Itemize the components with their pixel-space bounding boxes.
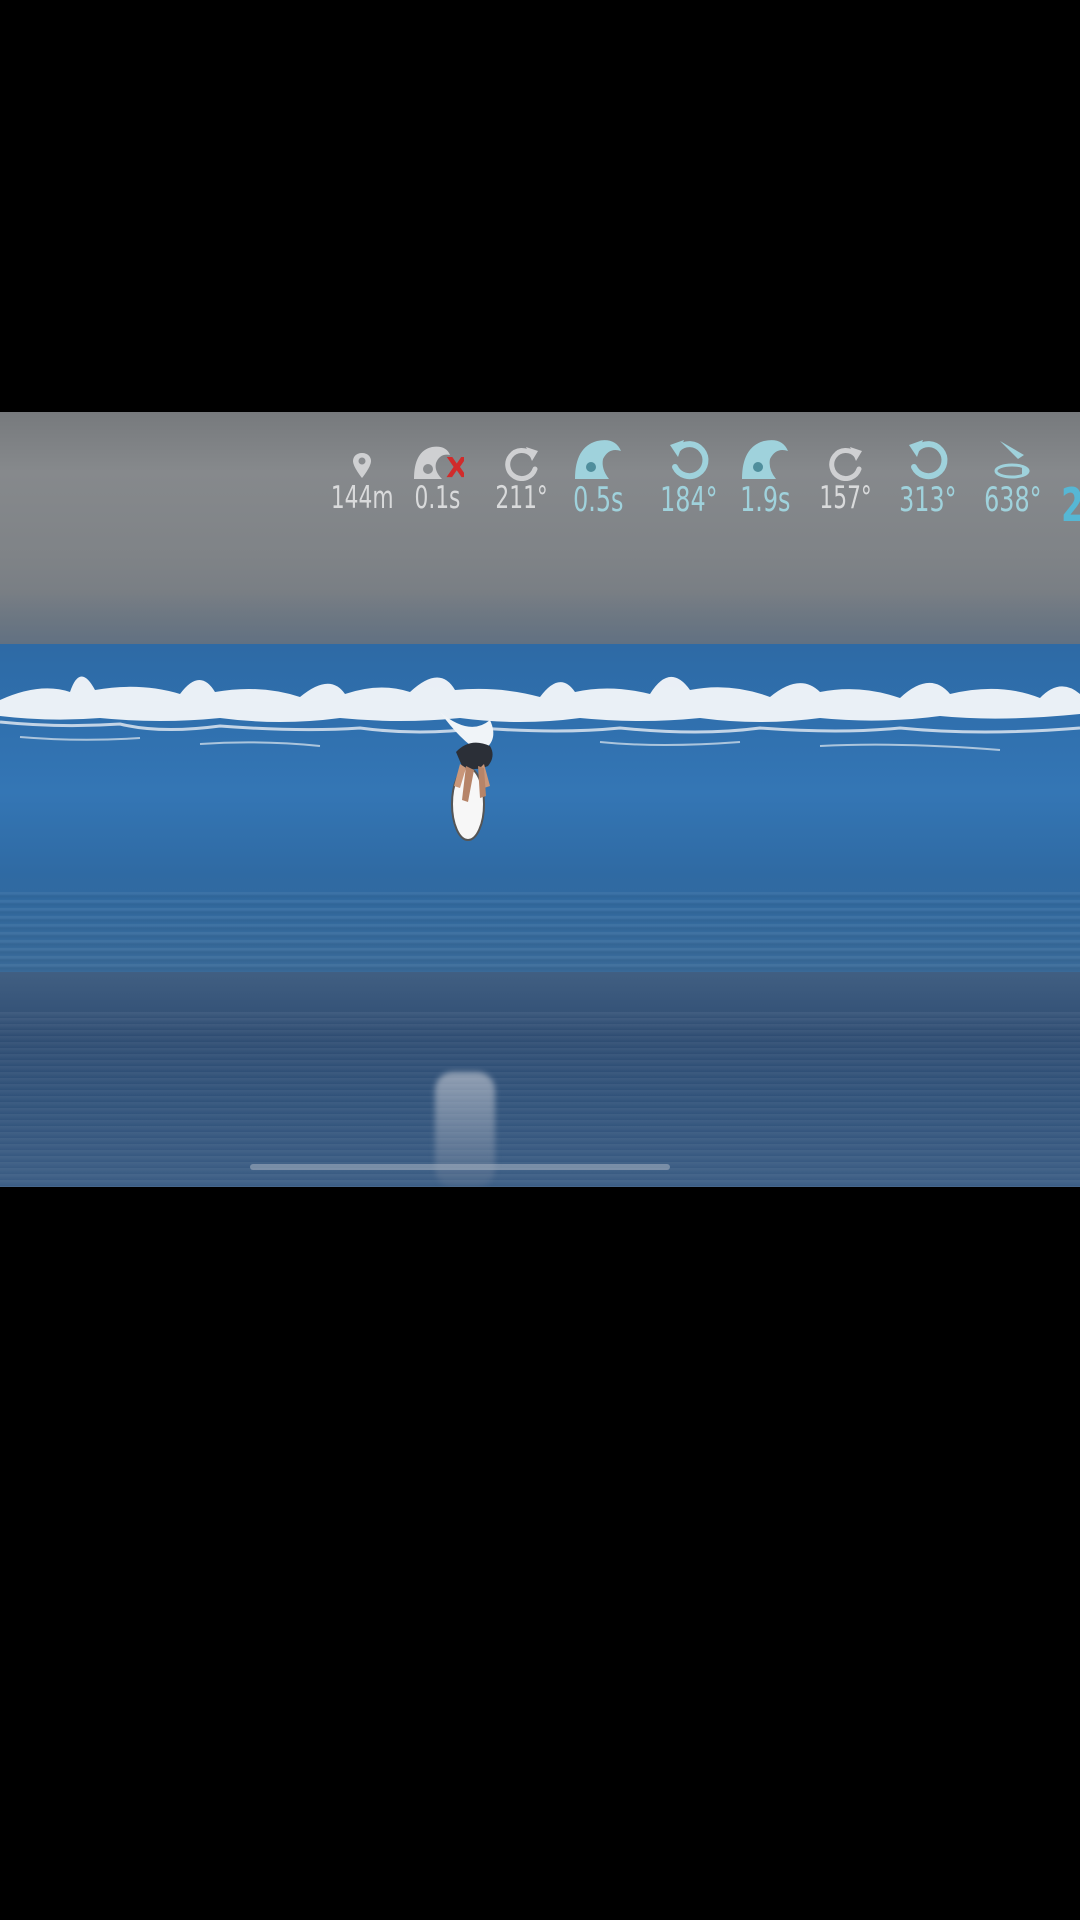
letterbox-top — [0, 0, 1080, 412]
hud-stat-aerial: 638° — [976, 437, 1050, 517]
water-ripples — [0, 1012, 1080, 1187]
letterbox-bottom — [0, 1187, 1080, 1920]
game-view[interactable]: 144m X 0.1s 211° 0.5s 184° 1.9s 157° 313… — [0, 412, 1080, 1187]
wave-lip-foam — [0, 676, 1080, 752]
hud-value: 184° — [660, 480, 718, 520]
trick-hud: 144m X 0.1s 211° 0.5s 184° 1.9s 157° 313… — [0, 412, 1080, 532]
hud-stat-distance: 144m — [322, 437, 402, 514]
hud-value: 0.5s — [573, 480, 624, 520]
hud-value: 313° — [899, 480, 957, 520]
barrel-icon — [742, 440, 789, 479]
hud-value: 1.9s — [740, 480, 791, 520]
rotate-left-icon — [669, 440, 709, 480]
hud-stat-rotation-1: 211° — [488, 437, 555, 514]
fail-mark: X — [446, 451, 464, 481]
surfer[interactable] — [430, 722, 520, 842]
hud-value: 0.1s — [414, 480, 461, 516]
hud-stat-barrel-2: 1.9s — [733, 437, 798, 517]
location-pin-icon — [353, 453, 372, 478]
hud-stat-rotation-2: 184° — [652, 437, 726, 517]
rotate-right-icon — [504, 447, 538, 481]
hud-value: 144m — [330, 480, 394, 516]
home-indicator[interactable] — [250, 1164, 670, 1170]
hud-stat-rotation-3: 157° — [812, 437, 879, 514]
hud-stat-barrel-1: 0.5s — [566, 437, 631, 517]
hud-value: 211° — [495, 480, 548, 516]
wave-streaks — [0, 892, 1080, 972]
hud-stat-barrel-fail: X 0.1s — [408, 437, 467, 514]
hud-value: 638° — [984, 480, 1042, 520]
hud-value: 157° — [819, 480, 872, 516]
hud-stat-edge: 2 — [1058, 480, 1080, 528]
hud-edge-value: 2 — [1061, 482, 1080, 528]
barrel-fail-icon: X — [414, 446, 464, 481]
hud-stat-rotation-4: 313° — [891, 437, 965, 517]
rotate-right-icon — [828, 447, 862, 481]
rotate-left-icon — [908, 440, 948, 480]
aerial-spin-icon — [994, 441, 1030, 479]
barrel-icon — [575, 440, 622, 479]
